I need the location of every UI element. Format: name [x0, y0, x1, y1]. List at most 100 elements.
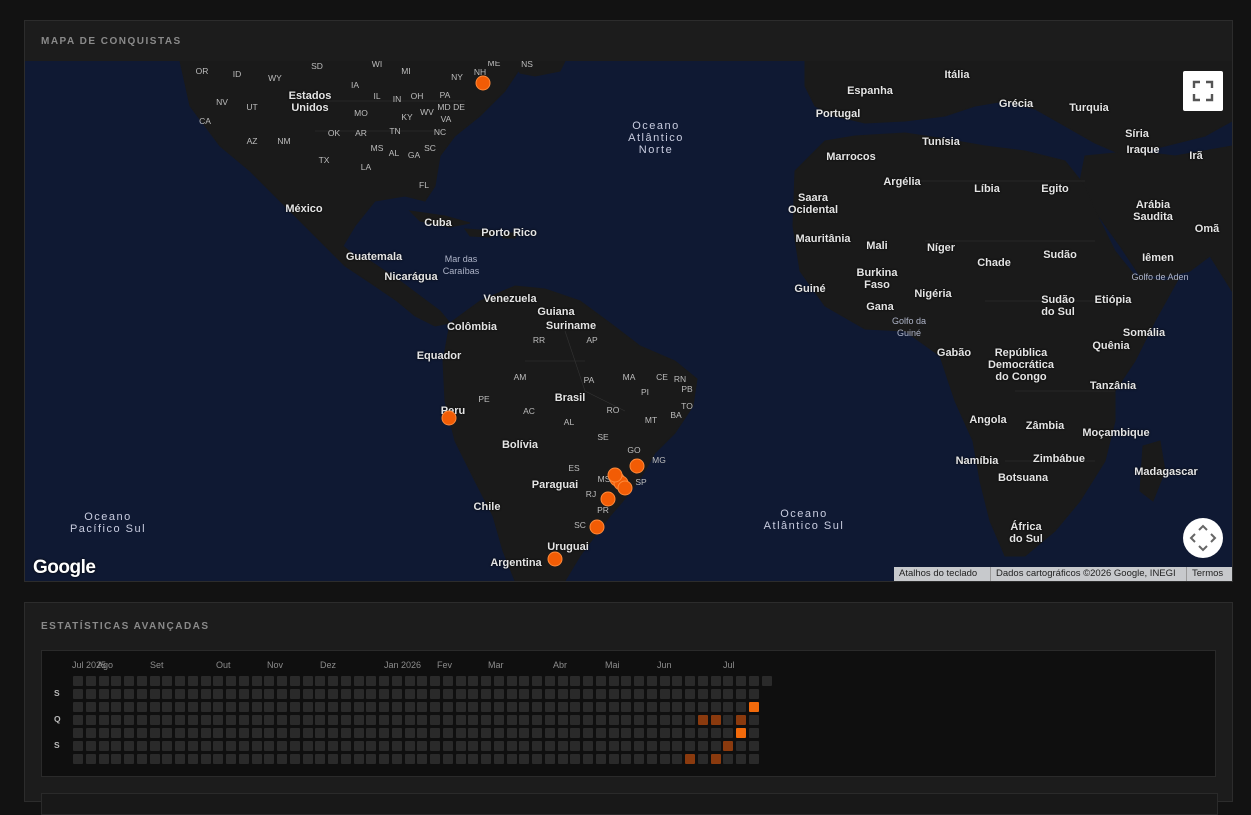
heatmap-cell[interactable] [175, 702, 185, 712]
heatmap-cell[interactable] [264, 676, 275, 686]
heatmap-cell[interactable] [379, 741, 389, 751]
heatmap-cell[interactable] [570, 676, 581, 686]
heatmap-cell[interactable] [315, 676, 326, 686]
heatmap-cell[interactable] [736, 715, 746, 725]
heatmap-cell[interactable] [111, 741, 122, 751]
heatmap-cell[interactable] [391, 689, 402, 699]
heatmap-cell[interactable] [710, 676, 721, 686]
heatmap-cell[interactable] [595, 689, 606, 699]
heatmap-cell[interactable] [111, 715, 122, 725]
heatmap-cell[interactable] [634, 676, 644, 686]
heatmap-cell[interactable] [646, 754, 657, 764]
heatmap-cell[interactable] [468, 741, 479, 751]
heatmap-cell[interactable] [646, 702, 657, 712]
heatmap-cell[interactable] [532, 728, 542, 738]
heatmap-cell[interactable] [493, 741, 504, 751]
heatmap-cell[interactable] [723, 728, 734, 738]
heatmap-cell[interactable] [340, 754, 351, 764]
heatmap-cell[interactable] [277, 689, 287, 699]
heatmap-cell[interactable] [175, 689, 185, 699]
heatmap-cell[interactable] [595, 702, 606, 712]
heatmap-cell[interactable] [506, 676, 517, 686]
heatmap-cell[interactable] [659, 702, 670, 712]
heatmap-cell[interactable] [442, 741, 453, 751]
heatmap-cell[interactable] [493, 754, 504, 764]
heatmap-cell[interactable] [289, 715, 300, 725]
heatmap-cell[interactable] [187, 728, 198, 738]
heatmap-cell[interactable] [595, 728, 606, 738]
achievement-marker[interactable] [607, 467, 623, 483]
heatmap-cell[interactable] [302, 676, 313, 686]
heatmap-cell[interactable] [723, 754, 734, 764]
heatmap-cell[interactable] [111, 689, 122, 699]
heatmap-cell[interactable] [506, 754, 517, 764]
heatmap-cell[interactable] [493, 702, 504, 712]
heatmap-cell[interactable] [544, 702, 555, 712]
heatmap-cell[interactable] [659, 676, 670, 686]
achievements-map[interactable]: Estados Unidos México Cuba Porto Rico Guatem… [25, 61, 1232, 581]
heatmap-cell[interactable] [124, 676, 134, 686]
heatmap-cell[interactable] [85, 728, 96, 738]
heatmap-cell[interactable] [175, 715, 185, 725]
heatmap-cell[interactable] [608, 728, 619, 738]
heatmap-cell[interactable] [340, 715, 351, 725]
heatmap-cell[interactable] [315, 702, 326, 712]
heatmap-cell[interactable] [85, 676, 96, 686]
heatmap-cell[interactable] [187, 715, 198, 725]
heatmap-cell[interactable] [289, 676, 300, 686]
heatmap-cell[interactable] [544, 754, 555, 764]
heatmap-cell[interactable] [85, 689, 96, 699]
heatmap-cell[interactable] [379, 715, 389, 725]
heatmap-cell[interactable] [532, 741, 542, 751]
heatmap-cell[interactable] [226, 702, 236, 712]
heatmap-cell[interactable] [646, 689, 657, 699]
heatmap-cell[interactable] [595, 676, 606, 686]
heatmap-cell[interactable] [761, 676, 772, 686]
heatmap-cell[interactable] [736, 689, 746, 699]
heatmap-cell[interactable] [697, 702, 708, 712]
heatmap-cell[interactable] [302, 741, 313, 751]
heatmap-cell[interactable] [493, 715, 504, 725]
heatmap-cell[interactable] [710, 728, 721, 738]
heatmap-cell[interactable] [251, 689, 262, 699]
heatmap-cell[interactable] [213, 715, 224, 725]
heatmap-cell[interactable] [442, 754, 453, 764]
heatmap-cell[interactable] [723, 715, 734, 725]
heatmap-cell[interactable] [595, 741, 606, 751]
heatmap-cell[interactable] [583, 728, 593, 738]
heatmap-cell[interactable] [391, 754, 402, 764]
heatmap-cell[interactable] [430, 728, 440, 738]
heatmap-cell[interactable] [455, 754, 466, 764]
heatmap-cell[interactable] [366, 715, 377, 725]
heatmap-cell[interactable] [213, 689, 224, 699]
terms-link[interactable]: Termos [1186, 567, 1232, 581]
heatmap-cell[interactable] [519, 728, 530, 738]
heatmap-cell[interactable] [608, 741, 619, 751]
heatmap-cell[interactable] [583, 754, 593, 764]
heatmap-cell[interactable] [366, 754, 377, 764]
heatmap-cell[interactable] [391, 715, 402, 725]
heatmap-cell[interactable] [748, 702, 759, 712]
heatmap-cell[interactable] [73, 702, 83, 712]
heatmap-cell[interactable] [213, 676, 224, 686]
heatmap-cell[interactable] [417, 676, 428, 686]
heatmap-cell[interactable] [289, 728, 300, 738]
heatmap-cell[interactable] [672, 702, 683, 712]
heatmap-cell[interactable] [98, 728, 109, 738]
heatmap-cell[interactable] [710, 715, 721, 725]
heatmap-cell[interactable] [353, 689, 364, 699]
heatmap-cell[interactable] [340, 676, 351, 686]
heatmap-cell[interactable] [544, 741, 555, 751]
heatmap-cell[interactable] [379, 689, 389, 699]
heatmap-cell[interactable] [264, 741, 275, 751]
heatmap-cell[interactable] [162, 702, 173, 712]
heatmap-cell[interactable] [430, 676, 440, 686]
heatmap-cell[interactable] [672, 676, 683, 686]
heatmap-cell[interactable] [417, 741, 428, 751]
heatmap-cell[interactable] [98, 715, 109, 725]
heatmap-cell[interactable] [646, 728, 657, 738]
heatmap-cell[interactable] [468, 689, 479, 699]
heatmap-cell[interactable] [736, 702, 746, 712]
heatmap-cell[interactable] [98, 702, 109, 712]
heatmap-cell[interactable] [264, 715, 275, 725]
